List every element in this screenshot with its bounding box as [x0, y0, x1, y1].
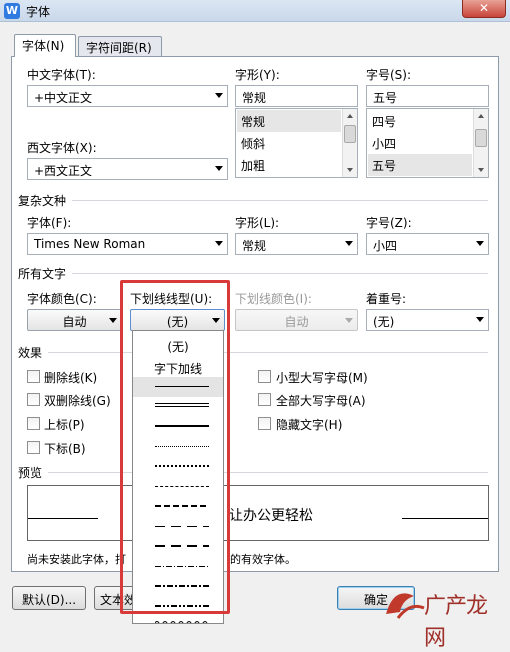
style-label: 字形(Y): — [235, 68, 280, 82]
wave-line-sample — [155, 621, 208, 623]
superscript-checkbox[interactable] — [27, 417, 40, 430]
section-divider — [72, 200, 488, 201]
small-caps-label: 小型大写字母(M) — [276, 371, 368, 385]
emphasis-mark-select[interactable]: (无) — [366, 309, 489, 331]
all-caps-label: 全部大写字母(A) — [276, 394, 366, 408]
western-font-value: +西文正文 — [34, 164, 93, 178]
western-font-select[interactable]: +西文正文 — [27, 158, 228, 180]
size-scrollbar[interactable] — [473, 109, 488, 177]
complex-font-value: Times New Roman — [34, 237, 146, 251]
section-divider — [48, 352, 488, 353]
size-label: 字号(S): — [366, 68, 412, 82]
preview-baseline-left — [28, 518, 98, 519]
chevron-down-icon — [345, 318, 353, 323]
effects-section-title: 效果 — [18, 346, 43, 360]
complex-style-select[interactable]: 常规 — [235, 233, 358, 255]
scroll-down-icon[interactable] — [347, 168, 353, 172]
underline-option-wave[interactable] — [133, 615, 223, 623]
preview-note-end: 的有效字体。 — [230, 553, 296, 566]
underline-color-label: 下划线颜色(I): — [235, 292, 312, 306]
chevron-down-icon — [345, 241, 353, 246]
chinese-font-label: 中文字体(T): — [27, 68, 96, 82]
style-scrollbar[interactable] — [342, 109, 357, 177]
size-option[interactable]: 五号 — [368, 154, 472, 176]
style-option[interactable]: 常规 — [237, 110, 341, 132]
complex-section-title: 复杂文种 — [18, 194, 67, 208]
window-title: 字体 — [26, 5, 51, 19]
scroll-down-icon[interactable] — [478, 168, 484, 172]
chevron-down-icon — [215, 241, 223, 246]
size-list[interactable]: 四号 小四 五号 — [366, 108, 489, 178]
complex-style-label: 字形(L): — [235, 216, 280, 230]
western-font-label: 西文字体(X): — [27, 141, 97, 155]
section-divider — [72, 273, 488, 274]
tab-character-spacing[interactable]: 字符间距(R) — [78, 36, 162, 57]
style-input[interactable]: 常规 — [235, 85, 358, 107]
chinese-font-value: +中文正文 — [34, 91, 93, 105]
tab-character-spacing-label: 字符间距(R) — [86, 41, 152, 55]
highlight-annotation — [120, 280, 230, 614]
title-bar — [0, 0, 510, 22]
scroll-thumb[interactable] — [344, 125, 356, 143]
chevron-down-icon — [215, 93, 223, 98]
emphasis-mark-value: (无) — [373, 315, 395, 329]
subscript-checkbox[interactable] — [27, 441, 40, 454]
font-color-label: 字体颜色(C): — [27, 292, 97, 306]
subscript-label: 下标(B) — [44, 442, 86, 456]
scroll-thumb[interactable] — [475, 129, 487, 147]
font-color-select[interactable]: 自动 — [27, 309, 122, 331]
scroll-up-icon[interactable] — [347, 114, 353, 118]
size-option[interactable]: 四号 — [368, 110, 472, 132]
chevron-down-icon — [109, 318, 117, 323]
watermark-text: 广产龙网 — [424, 594, 488, 651]
close-button[interactable]: ✕ — [462, 0, 506, 18]
hidden-text-checkbox[interactable] — [258, 417, 271, 430]
small-caps-checkbox[interactable] — [258, 370, 271, 383]
style-value: 常规 — [242, 91, 267, 105]
strikethrough-label: 删除线(K) — [44, 371, 98, 385]
double-strikethrough-checkbox[interactable] — [27, 393, 40, 406]
underline-color-value: 自动 — [284, 315, 309, 329]
preview-section-title: 预览 — [18, 466, 43, 480]
font-color-value: 自动 — [62, 315, 87, 329]
style-option[interactable]: 加粗 — [237, 154, 341, 176]
section-divider — [48, 472, 488, 473]
size-input[interactable]: 五号 — [366, 85, 489, 107]
complex-size-value: 小四 — [373, 239, 398, 253]
double-strikethrough-label: 双删除线(G) — [44, 394, 111, 408]
preview-baseline-right — [402, 518, 488, 519]
superscript-label: 上标(P) — [44, 418, 85, 432]
tab-font-label: 字体(N) — [22, 39, 65, 53]
complex-size-select[interactable]: 小四 — [366, 233, 489, 255]
hidden-text-label: 隐藏文字(H) — [276, 418, 343, 432]
strikethrough-checkbox[interactable] — [27, 370, 40, 383]
complex-size-label: 字号(Z): — [366, 216, 412, 230]
scroll-up-icon[interactable] — [478, 114, 484, 118]
watermark-logo: 广产龙网 — [380, 578, 506, 651]
style-option[interactable]: 倾斜 — [237, 132, 341, 154]
chinese-font-select[interactable]: +中文正文 — [27, 85, 228, 107]
complex-font-label: 字体(F): — [27, 216, 72, 230]
chevron-down-icon — [476, 317, 484, 322]
preview-note-start: 尚未安装此字体，打 — [27, 553, 126, 566]
all-caps-checkbox[interactable] — [258, 393, 271, 406]
all-text-section-title: 所有文字 — [18, 267, 67, 281]
app-icon: W — [4, 3, 20, 19]
chevron-down-icon — [215, 166, 223, 171]
underline-color-select[interactable]: 自动 — [235, 309, 358, 331]
style-list[interactable]: 常规 倾斜 加粗 — [235, 108, 358, 178]
preview-sample-text: 让办公更轻松 — [229, 508, 313, 524]
chevron-down-icon — [476, 241, 484, 246]
size-value: 五号 — [373, 91, 398, 105]
default-button[interactable]: 默认(D)... — [12, 586, 86, 610]
tab-font[interactable]: 字体(N) — [14, 34, 76, 57]
emphasis-mark-label: 着重号: — [366, 292, 407, 306]
complex-style-value: 常规 — [242, 239, 267, 253]
complex-font-select[interactable]: Times New Roman — [27, 233, 228, 255]
size-option[interactable]: 小四 — [368, 132, 472, 154]
